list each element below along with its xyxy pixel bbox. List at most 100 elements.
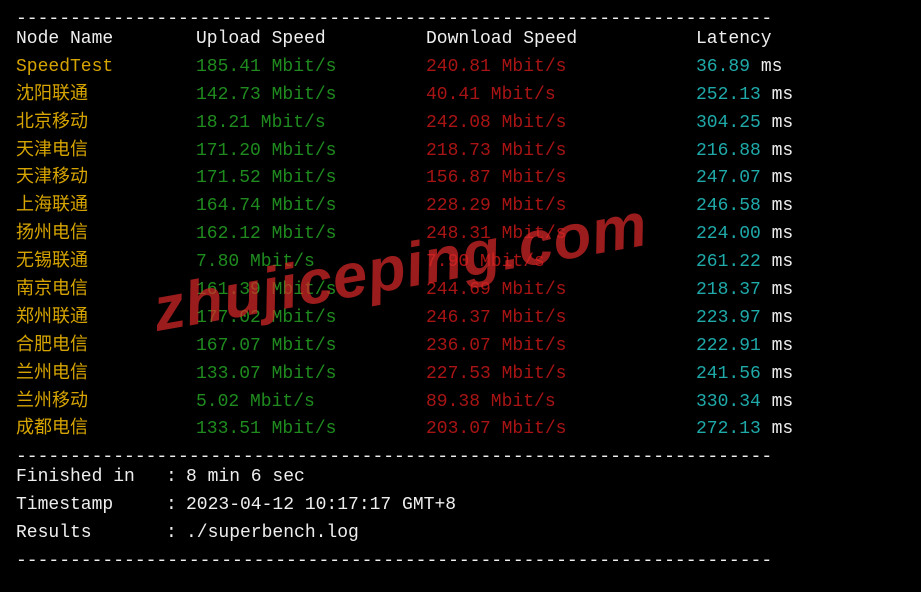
- latency-unit: ms: [761, 141, 793, 161]
- footer-timestamp-label: Timestamp: [16, 492, 166, 520]
- table-row: 郑州联通177.02 Mbit/s246.37 Mbit/s223.97 ms: [16, 305, 905, 333]
- latency-value: 223.97: [696, 308, 761, 328]
- upload-speed: 133.07 Mbit/s: [196, 361, 426, 389]
- latency-unit: ms: [761, 280, 793, 300]
- terminal-output: ----------------------------------------…: [0, 0, 921, 574]
- table-row: 兰州移动5.02 Mbit/s89.38 Mbit/s330.34 ms: [16, 389, 905, 417]
- download-speed: 244.69 Mbit/s: [426, 277, 696, 305]
- header-node-name: Node Name: [16, 26, 196, 54]
- table-row: 沈阳联通142.73 Mbit/s40.41 Mbit/s252.13 ms: [16, 82, 905, 110]
- latency-value: 272.13: [696, 419, 761, 439]
- latency-value: 252.13: [696, 85, 761, 105]
- footer-results-label: Results: [16, 520, 166, 548]
- node-name: 兰州移动: [16, 389, 196, 417]
- header-row: Node Name Upload Speed Download Speed La…: [16, 26, 905, 54]
- latency: 36.89 ms: [696, 54, 905, 82]
- latency-unit: ms: [750, 57, 782, 77]
- table-row: 天津电信171.20 Mbit/s218.73 Mbit/s216.88 ms: [16, 138, 905, 166]
- latency-unit: ms: [761, 168, 793, 188]
- table-row: 合肥电信167.07 Mbit/s236.07 Mbit/s222.91 ms: [16, 333, 905, 361]
- latency: 223.97 ms: [696, 305, 905, 333]
- upload-speed: 185.41 Mbit/s: [196, 54, 426, 82]
- latency-value: 218.37: [696, 280, 761, 300]
- divider-mid: ----------------------------------------…: [16, 444, 905, 464]
- table-row: 兰州电信133.07 Mbit/s227.53 Mbit/s241.56 ms: [16, 361, 905, 389]
- divider-top: ----------------------------------------…: [16, 6, 905, 26]
- node-name: 南京电信: [16, 277, 196, 305]
- download-speed: 218.73 Mbit/s: [426, 138, 696, 166]
- upload-speed: 18.21 Mbit/s: [196, 110, 426, 138]
- latency-unit: ms: [761, 113, 793, 133]
- node-name: 无锡联通: [16, 249, 196, 277]
- download-speed: 228.29 Mbit/s: [426, 193, 696, 221]
- table-row: 成都电信133.51 Mbit/s203.07 Mbit/s272.13 ms: [16, 416, 905, 444]
- latency: 218.37 ms: [696, 277, 905, 305]
- upload-speed: 177.02 Mbit/s: [196, 305, 426, 333]
- node-name: 扬州电信: [16, 221, 196, 249]
- upload-speed: 162.12 Mbit/s: [196, 221, 426, 249]
- rows-container: 沈阳联通142.73 Mbit/s40.41 Mbit/s252.13 ms北京…: [16, 82, 905, 445]
- node-name: 合肥电信: [16, 333, 196, 361]
- latency: 252.13 ms: [696, 82, 905, 110]
- footer-sep: :: [166, 520, 186, 548]
- footer-results: Results : ./superbench.log: [16, 520, 905, 548]
- table-row: 北京移动18.21 Mbit/s242.08 Mbit/s304.25 ms: [16, 110, 905, 138]
- upload-speed: 5.02 Mbit/s: [196, 389, 426, 417]
- download-speed: 242.08 Mbit/s: [426, 110, 696, 138]
- download-speed: 248.31 Mbit/s: [426, 221, 696, 249]
- upload-speed: 167.07 Mbit/s: [196, 333, 426, 361]
- latency-value: 224.00: [696, 224, 761, 244]
- footer-results-value: ./superbench.log: [186, 520, 359, 548]
- latency: 246.58 ms: [696, 193, 905, 221]
- latency-value: 36.89: [696, 57, 750, 77]
- upload-speed: 171.52 Mbit/s: [196, 165, 426, 193]
- download-speed: 203.07 Mbit/s: [426, 416, 696, 444]
- latency: 304.25 ms: [696, 110, 905, 138]
- table-row: 天津移动171.52 Mbit/s156.87 Mbit/s247.07 ms: [16, 165, 905, 193]
- upload-speed: 161.39 Mbit/s: [196, 277, 426, 305]
- node-name: 天津电信: [16, 138, 196, 166]
- latency: 261.22 ms: [696, 249, 905, 277]
- node-name: 北京移动: [16, 110, 196, 138]
- latency-value: 216.88: [696, 141, 761, 161]
- latency-value: 241.56: [696, 364, 761, 384]
- latency-unit: ms: [761, 196, 793, 216]
- latency-unit: ms: [761, 419, 793, 439]
- node-name: 天津移动: [16, 165, 196, 193]
- latency: 241.56 ms: [696, 361, 905, 389]
- latency-value: 261.22: [696, 252, 761, 272]
- latency: 216.88 ms: [696, 138, 905, 166]
- download-speed: 40.41 Mbit/s: [426, 82, 696, 110]
- footer-finished-label: Finished in: [16, 464, 166, 492]
- latency-unit: ms: [761, 392, 793, 412]
- latency: 330.34 ms: [696, 389, 905, 417]
- speedtest-row: SpeedTest 185.41 Mbit/s 240.81 Mbit/s 36…: [16, 54, 905, 82]
- latency: 224.00 ms: [696, 221, 905, 249]
- latency-unit: ms: [761, 336, 793, 356]
- upload-speed: 142.73 Mbit/s: [196, 82, 426, 110]
- latency-value: 222.91: [696, 336, 761, 356]
- latency-unit: ms: [761, 364, 793, 384]
- download-speed: 227.53 Mbit/s: [426, 361, 696, 389]
- header-latency: Latency: [696, 26, 905, 54]
- upload-speed: 7.80 Mbit/s: [196, 249, 426, 277]
- latency: 247.07 ms: [696, 165, 905, 193]
- latency: 222.91 ms: [696, 333, 905, 361]
- header-download: Download Speed: [426, 26, 696, 54]
- latency-unit: ms: [761, 85, 793, 105]
- divider-bottom: ----------------------------------------…: [16, 548, 905, 568]
- header-upload: Upload Speed: [196, 26, 426, 54]
- node-name: 成都电信: [16, 416, 196, 444]
- table-row: 扬州电信162.12 Mbit/s248.31 Mbit/s224.00 ms: [16, 221, 905, 249]
- download-speed: 246.37 Mbit/s: [426, 305, 696, 333]
- footer-timestamp: Timestamp : 2023-04-12 10:17:17 GMT+8: [16, 492, 905, 520]
- node-name: 沈阳联通: [16, 82, 196, 110]
- download-speed: 240.81 Mbit/s: [426, 54, 696, 82]
- upload-speed: 133.51 Mbit/s: [196, 416, 426, 444]
- latency-value: 330.34: [696, 392, 761, 412]
- latency-unit: ms: [761, 252, 793, 272]
- node-name: 兰州电信: [16, 361, 196, 389]
- footer-sep: :: [166, 492, 186, 520]
- latency: 272.13 ms: [696, 416, 905, 444]
- download-speed: 236.07 Mbit/s: [426, 333, 696, 361]
